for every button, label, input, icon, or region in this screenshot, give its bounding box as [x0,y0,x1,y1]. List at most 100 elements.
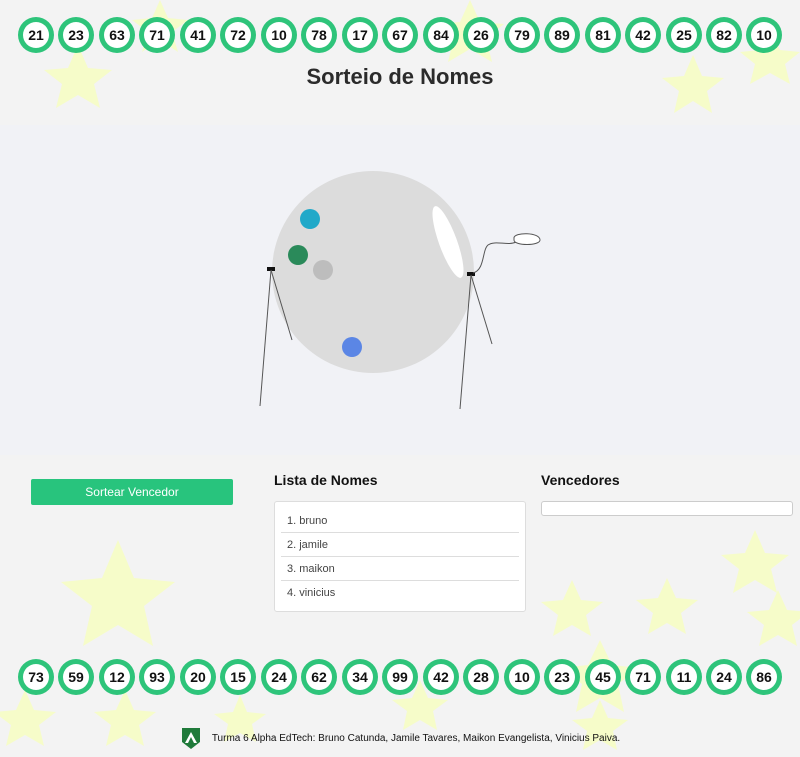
bingo-ball: 71 [139,17,175,53]
ball-number: 89 [549,22,575,48]
ball-number: 71 [144,22,170,48]
ball-number: 63 [104,22,130,48]
ball-number: 10 [509,664,535,690]
bingo-ball: 67 [382,17,418,53]
bingo-ball: 73 [18,659,54,695]
ball-number: 99 [387,664,413,690]
ball-number: 84 [428,22,454,48]
bingo-ball: 81 [585,17,621,53]
bingo-ball: 15 [220,659,256,695]
footer: Turma 6 Alpha EdTech: Bruno Catunda, Jam… [0,724,800,752]
alpha-edtech-logo [181,728,200,749]
bingo-ball: 84 [423,17,459,53]
bingo-ball: 10 [261,17,297,53]
lottery-ball [300,209,320,229]
bingo-ball: 23 [544,659,580,695]
bingo-ball: 42 [625,17,661,53]
right-leg [470,274,493,345]
bingo-ball: 89 [544,17,580,53]
bingo-ball: 63 [99,17,135,53]
ball-number: 59 [63,664,89,690]
winners-list [541,501,793,516]
ball-number: 10 [266,22,292,48]
list-item: 2. jamile [281,533,519,557]
bingo-ball: 82 [706,17,742,53]
ball-number: 79 [509,22,535,48]
left-leg [259,269,272,407]
ball-number: 28 [468,664,494,690]
lottery-ball [342,337,362,357]
ball-number: 93 [144,664,170,690]
bingo-ball: 10 [504,659,540,695]
bingo-ball: 93 [139,659,175,695]
bingo-ball: 24 [261,659,297,695]
bingo-ball: 10 [746,17,782,53]
ball-number: 23 [63,22,89,48]
ball-number: 26 [468,22,494,48]
bingo-ball: 71 [625,659,661,695]
ball-number: 45 [590,664,616,690]
draw-winner-button[interactable]: Sortear Vencedor [31,479,233,505]
ball-number: 11 [671,664,697,690]
bingo-ball: 78 [301,17,337,53]
ball-number: 73 [23,664,49,690]
bingo-ball: 42 [423,659,459,695]
ball-number: 34 [347,664,373,690]
ball-number: 23 [549,664,575,690]
bingo-ball: 21 [18,17,54,53]
ball-number: 86 [751,664,777,690]
page-title: Sorteio de Nomes [306,64,494,89]
bingo-ball: 99 [382,659,418,695]
ball-number: 10 [751,22,777,48]
crank-handle [472,241,517,274]
ball-number: 42 [428,664,454,690]
bingo-ball: 62 [301,659,337,695]
lottery-ball [288,245,308,265]
bingo-ball: 59 [58,659,94,695]
footer-credits: Turma 6 Alpha EdTech: Bruno Catunda, Jam… [211,732,621,744]
ball-number: 12 [104,664,130,690]
bingo-ball: 26 [463,17,499,53]
ball-number: 20 [185,664,211,690]
ball-number: 15 [225,664,251,690]
ball-number: 71 [630,664,656,690]
star-decoration [61,540,175,646]
bingo-ball: 25 [666,17,702,53]
bingo-ball: 45 [585,659,621,695]
top-ball-row: 21 23 63 71 41 72 10 78 17 67 84 26 79 8… [0,15,800,55]
ball-number: 24 [711,664,737,690]
lottery-globe [272,171,474,373]
bingo-ball: 23 [58,17,94,53]
bingo-ball: 72 [220,17,256,53]
ball-number: 67 [387,22,413,48]
crank-knob [513,233,541,245]
ball-number: 24 [266,664,292,690]
lottery-machine [259,171,541,410]
bingo-ball: 86 [746,659,782,695]
bottom-ball-row: 73 59 12 93 20 15 24 62 34 99 42 28 10 2… [0,657,800,697]
bingo-ball: 79 [504,17,540,53]
star-decoration [747,590,800,646]
list-item: 4. vinicius [287,587,336,599]
bingo-ball: 34 [342,659,378,695]
list-item: 3. maikon [281,557,519,581]
ball-number: 25 [671,22,697,48]
bingo-ball: 28 [463,659,499,695]
star-decoration [636,578,698,634]
star-decoration [541,580,603,636]
ball-number: 62 [306,664,332,690]
bingo-ball: 20 [180,659,216,695]
ball-number: 78 [306,22,332,48]
names-list-title: Lista de Nomes [274,472,378,488]
ball-number: 21 [23,22,49,48]
bingo-ball: 41 [180,17,216,53]
ball-number: 17 [347,22,373,48]
names-list: 1. bruno 2. jamile 3. maikon 4. vinicius [274,501,526,612]
ball-number: 82 [711,22,737,48]
ball-number: 81 [590,22,616,48]
bingo-ball: 24 [706,659,742,695]
lottery-ball [313,260,333,280]
bingo-ball: 11 [666,659,702,695]
ball-number: 41 [185,22,211,48]
star-decoration [721,530,789,593]
